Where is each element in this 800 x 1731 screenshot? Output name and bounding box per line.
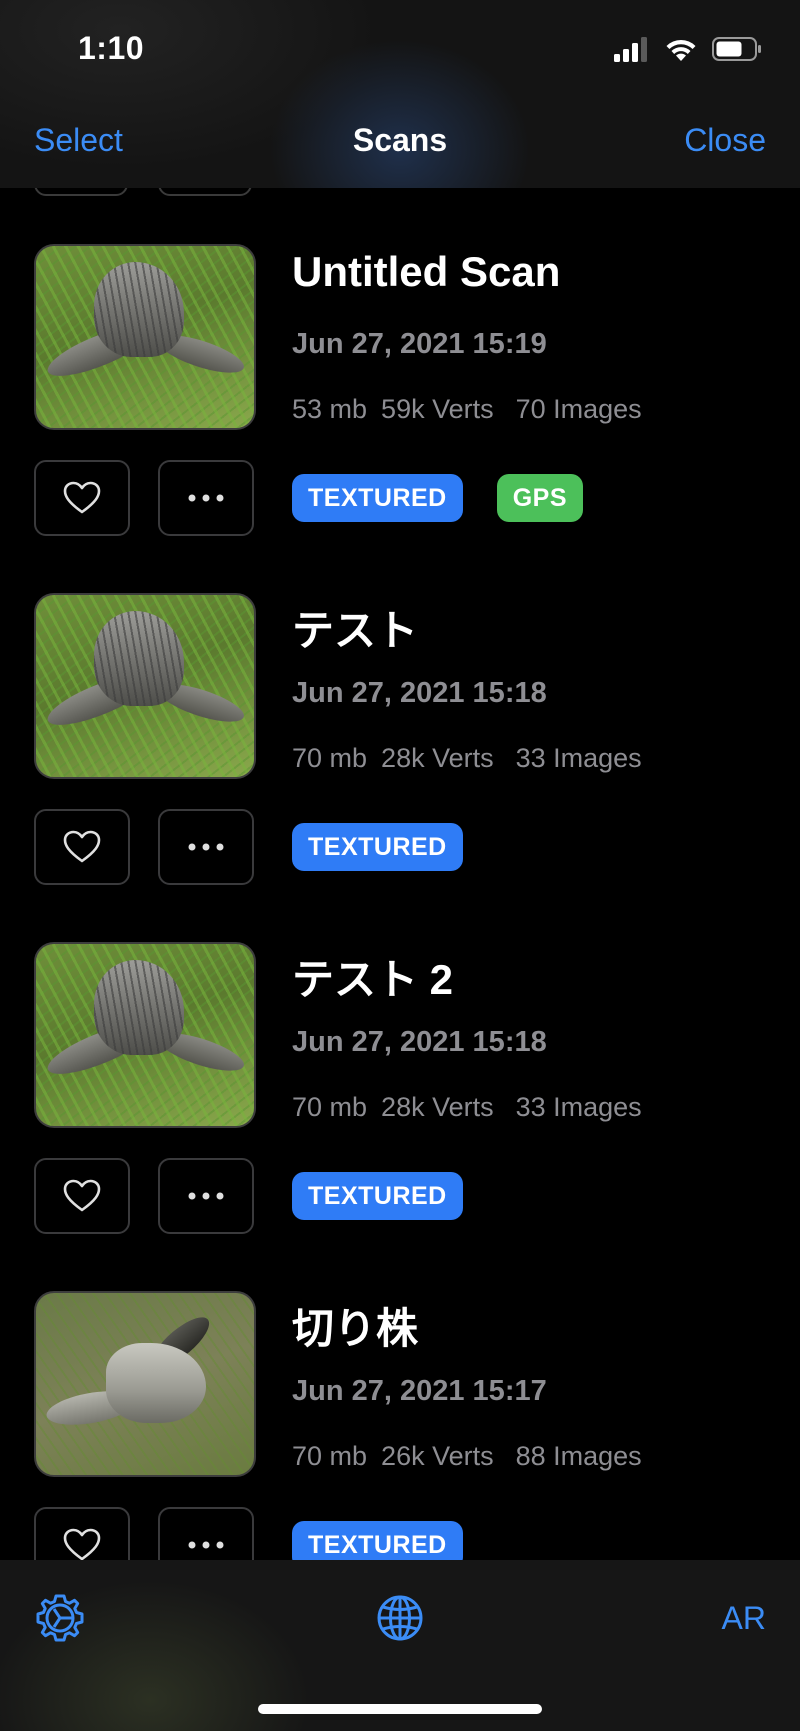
thumbnail-stump-shape xyxy=(94,262,184,357)
scan-images: 33 Images xyxy=(515,743,642,773)
scan-meta: 53 mb 59k Verts 70 Images xyxy=(292,394,656,425)
textured-badge: TEXTURED xyxy=(292,1521,463,1560)
page-title: Scans xyxy=(352,122,448,158)
heart-icon xyxy=(63,1179,101,1212)
badge-group: TEXTURED xyxy=(292,1172,463,1220)
scan-images: 33 Images xyxy=(515,1092,642,1122)
scan-row[interactable]: 切り株 Jun 27, 2021 15:17 70 mb 26k Verts 88 … xyxy=(0,1235,800,1560)
scan-date: Jun 27, 2021 15:18 xyxy=(292,1026,547,1058)
scan-meta: 70 mb 26k Verts 88 Images xyxy=(292,1441,656,1472)
scan-date: Jun 27, 2021 15:19 xyxy=(292,328,547,360)
scan-verts: 26k Verts xyxy=(381,1441,494,1471)
badge-group: TEXTURED xyxy=(292,823,463,871)
heart-icon xyxy=(63,481,101,514)
scan-meta: 70 mb 28k Verts 33 Images xyxy=(292,1092,656,1123)
thumbnail-stump-shape xyxy=(106,1343,206,1423)
gps-badge: GPS xyxy=(496,474,584,522)
globe-icon xyxy=(377,1595,423,1641)
textured-badge: TEXTURED xyxy=(292,823,463,871)
ar-tab[interactable]: AR xyxy=(722,1600,766,1637)
heart-icon xyxy=(63,1528,101,1560)
wifi-icon xyxy=(666,39,696,61)
scan-verts: 59k Verts xyxy=(381,394,494,424)
scan-size: 70 mb xyxy=(292,1092,368,1122)
favorite-button[interactable] xyxy=(34,460,130,536)
gear-icon xyxy=(36,1594,84,1642)
textured-badge: TEXTURED xyxy=(292,1172,463,1220)
scan-title: Untitled Scan xyxy=(292,248,561,295)
badge-group: TEXTURED GPS xyxy=(292,474,584,522)
scan-images: 70 Images xyxy=(515,394,642,424)
favorite-button[interactable] xyxy=(34,1158,130,1234)
more-options-button[interactable] xyxy=(158,1507,254,1560)
scan-title: テスト 2 xyxy=(292,956,454,1003)
status-time: 1:10 xyxy=(78,30,145,66)
ellipsis-icon xyxy=(188,494,224,502)
more-options-button[interactable] xyxy=(158,1158,254,1234)
scan-title: テスト xyxy=(292,607,419,654)
scan-date: Jun 27, 2021 15:17 xyxy=(292,1375,547,1407)
favorite-button[interactable] xyxy=(34,1507,130,1560)
home-indicator[interactable] xyxy=(258,1704,542,1714)
tab-bar: AR xyxy=(0,1560,800,1731)
ellipsis-icon xyxy=(188,843,224,851)
scan-thumbnail[interactable] xyxy=(34,593,256,779)
scan-images: 88 Images xyxy=(515,1441,642,1471)
globe-tab[interactable] xyxy=(374,1592,426,1644)
scan-title: 切り株 xyxy=(292,1305,419,1352)
ellipsis-icon xyxy=(188,1541,224,1549)
ellipsis-icon xyxy=(188,1192,224,1200)
top-bar: 1:10 Select Scans Close xyxy=(0,0,800,188)
close-button[interactable]: Close xyxy=(684,122,766,159)
battery-icon xyxy=(712,37,761,61)
thumbnail-stump-shape xyxy=(94,960,184,1055)
more-options-button[interactable] xyxy=(158,809,254,885)
scan-verts: 28k Verts xyxy=(381,743,494,773)
scan-size: 53 mb xyxy=(292,394,368,424)
more-options-button[interactable] xyxy=(158,460,254,536)
scan-date: Jun 27, 2021 15:18 xyxy=(292,677,547,709)
scan-row[interactable]: テスト 2 Jun 27, 2021 15:18 70 mb 28k Verts 3… xyxy=(0,886,800,1235)
scan-thumbnail[interactable] xyxy=(34,1291,256,1477)
status-icons xyxy=(614,36,762,62)
heart-icon xyxy=(63,830,101,863)
scan-row[interactable]: Untitled Scan Jun 27, 2021 15:19 53 mb 59… xyxy=(0,188,800,537)
badge-group: TEXTURED xyxy=(292,1521,463,1560)
scan-meta: 70 mb 28k Verts 33 Images xyxy=(292,743,656,774)
settings-tab[interactable] xyxy=(34,1592,86,1644)
cellular-signal-icon xyxy=(614,37,647,62)
scan-size: 70 mb xyxy=(292,1441,368,1471)
scan-row[interactable]: テスト Jun 27, 2021 15:18 70 mb 28k Verts 33 … xyxy=(0,537,800,886)
scan-thumbnail[interactable] xyxy=(34,244,256,430)
scan-thumbnail[interactable] xyxy=(34,942,256,1128)
favorite-button[interactable] xyxy=(34,809,130,885)
scan-list[interactable]: Untitled Scan Jun 27, 2021 15:19 53 mb 59… xyxy=(0,188,800,1560)
scan-verts: 28k Verts xyxy=(381,1092,494,1122)
textured-badge: TEXTURED xyxy=(292,474,463,522)
scan-size: 70 mb xyxy=(292,743,368,773)
thumbnail-stump-shape xyxy=(94,611,184,706)
